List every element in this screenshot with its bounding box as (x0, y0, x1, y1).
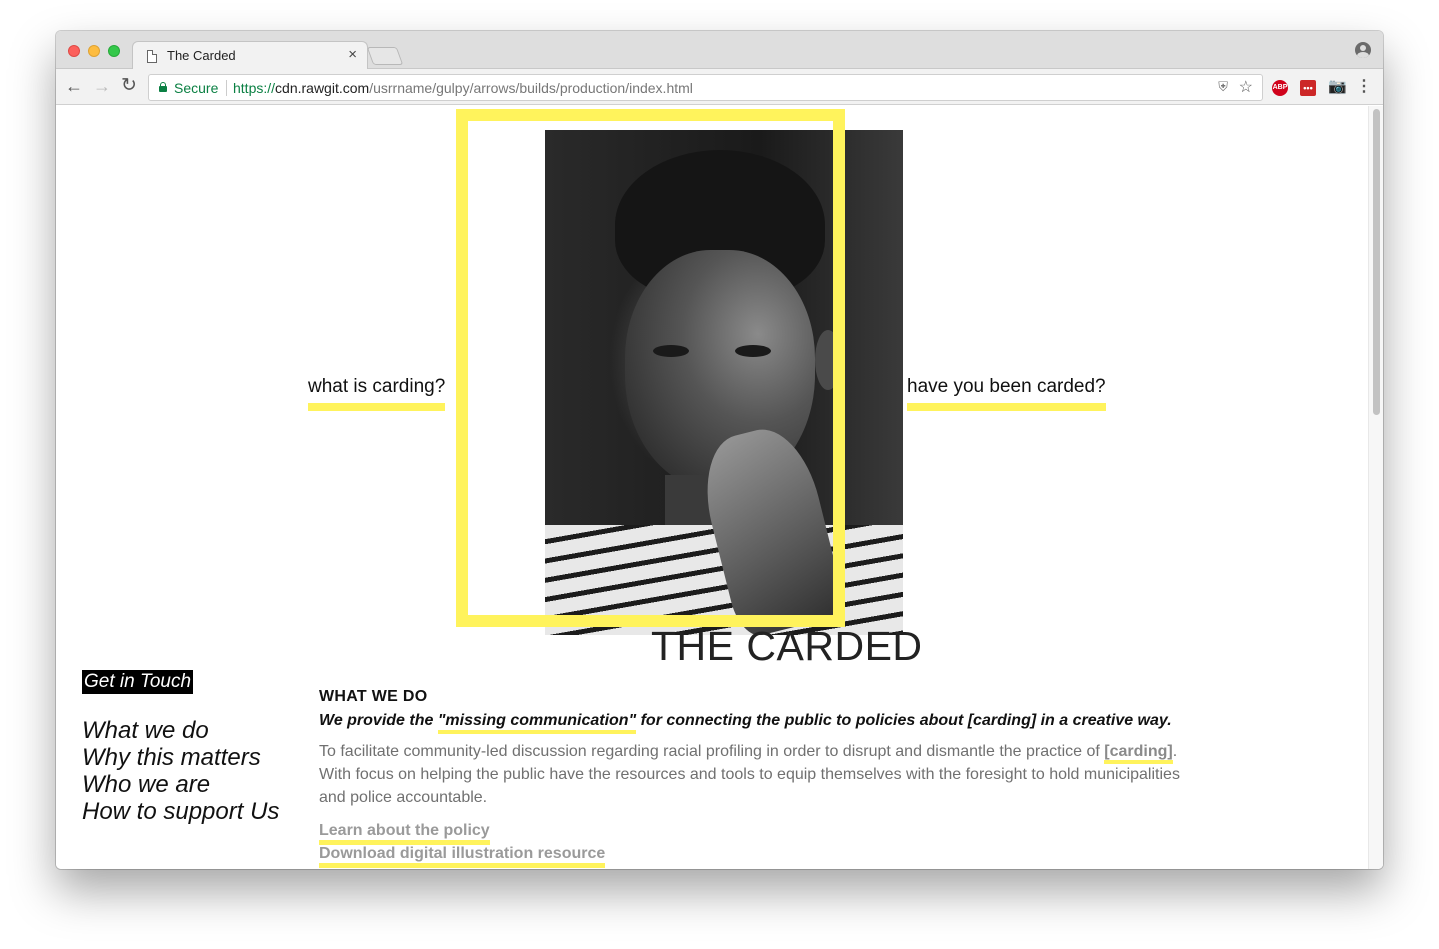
what-is-carding-link[interactable]: what is carding? (308, 376, 446, 411)
tab-close-icon[interactable]: × (348, 46, 357, 63)
site-title: THE CARDED (651, 623, 923, 669)
profile-icon[interactable] (1355, 42, 1371, 58)
reload-icon[interactable]: ↻ (121, 76, 137, 96)
tagline-post: for connecting the public to policies ab… (636, 712, 1172, 729)
vertical-scrollbar[interactable] (1368, 106, 1383, 869)
url-path: /usrrname/gulpy/arrows/builds/production… (369, 80, 693, 96)
url-text[interactable]: https://cdn.rawgit.com/usrrname/gulpy/ar… (233, 80, 693, 96)
missing-communication-highlight: "missing communication" (437, 712, 637, 734)
nav-item-who-we-are[interactable]: Who we are (82, 771, 279, 798)
adblock-extension-icon[interactable]: ABP (1272, 80, 1288, 96)
page-viewport: what is carding? have you been carded? T… (56, 106, 1383, 869)
tab-title: The Carded (167, 48, 236, 63)
get-in-touch-button[interactable]: Get in Touch (82, 670, 194, 694)
download-resource-link[interactable]: Download digital illustration resource (319, 845, 606, 868)
secure-label[interactable]: Secure (174, 80, 218, 96)
learn-policy-link[interactable]: Learn about the policy (319, 822, 490, 845)
scrollbar-thumb[interactable] (1373, 109, 1380, 415)
camera-extension-icon[interactable]: 📷 (1328, 79, 1347, 96)
nav-item-how-to-support[interactable]: How to support Us (82, 798, 279, 825)
tab-the-carded[interactable]: The Carded × (132, 41, 368, 70)
document-icon (147, 50, 157, 63)
bookmark-star-icon[interactable]: ☆ (1239, 77, 1253, 97)
blocked-content-icon[interactable]: ⛨ (1218, 79, 1228, 95)
zoom-window-button[interactable] (108, 45, 120, 57)
minimize-window-button[interactable] (88, 45, 100, 57)
carding-inline-link[interactable]: [carding] (1104, 743, 1173, 764)
nav-item-what-we-do[interactable]: What we do (82, 717, 279, 744)
close-window-button[interactable] (68, 45, 80, 57)
lastpass-extension-icon[interactable]: ••• (1300, 80, 1316, 96)
description-part-1: To facilitate community-led discussion r… (319, 743, 1105, 760)
tagline-pre: We provide the (319, 712, 438, 729)
nav-item-why-this-matters[interactable]: Why this matters (82, 744, 279, 771)
address-divider (226, 80, 227, 96)
resource-links: Learn about the policy Download digital … (319, 822, 1199, 868)
section-nav: What we do Why this matters Who we are H… (82, 717, 279, 825)
browser-window: The Carded × ← → ↻ Secure https://cdn.ra… (56, 31, 1383, 869)
section-heading: WHAT WE DO (319, 688, 428, 705)
browser-menu-icon[interactable]: ⋮ (1356, 79, 1372, 96)
description-paragraph: To facilitate community-led discussion r… (319, 740, 1199, 809)
title-bar: The Carded × (56, 31, 1383, 70)
have-you-been-carded-link[interactable]: have you been carded? (907, 376, 1106, 411)
main-content: WHAT WE DO We provide the "missing commu… (319, 688, 1199, 869)
browser-toolbar: ← → ↻ Secure https://cdn.rawgit.com/usrr… (56, 69, 1383, 105)
address-bar[interactable]: Secure https://cdn.rawgit.com/usrrname/g… (148, 74, 1263, 101)
tagline: We provide the "missing communication" f… (319, 712, 1199, 734)
forward-arrow-icon[interactable]: → (93, 76, 111, 96)
lock-icon[interactable] (159, 82, 167, 92)
url-scheme: https:// (233, 80, 276, 96)
back-arrow-icon[interactable]: ← (65, 76, 83, 96)
url-host: cdn.rawgit.com (275, 80, 370, 96)
yellow-frame (456, 109, 845, 627)
new-tab-button[interactable] (366, 47, 404, 65)
